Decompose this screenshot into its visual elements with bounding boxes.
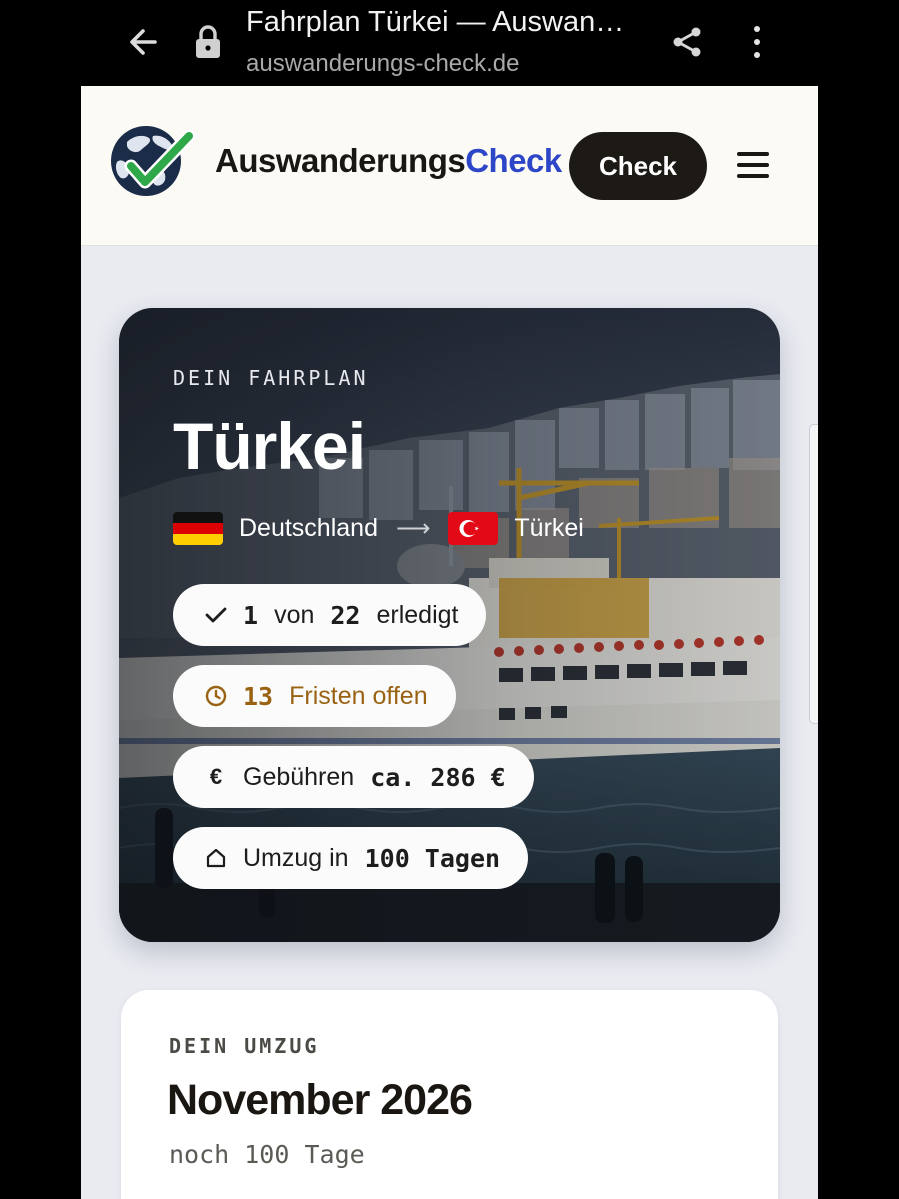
deadlines-pill[interactable]: 13 Fristen offen bbox=[173, 665, 456, 727]
brand-name[interactable]: AuswanderungsCheck bbox=[215, 142, 562, 180]
more-vert-icon[interactable] bbox=[745, 22, 769, 62]
share-icon[interactable] bbox=[669, 24, 705, 60]
tasks-done-count: 1 bbox=[243, 600, 259, 630]
clock-icon bbox=[203, 685, 229, 707]
arrow-right-icon: ⟶ bbox=[395, 514, 431, 542]
tasks-total-count: 22 bbox=[330, 600, 361, 630]
deadlines-label: Fristen offen bbox=[289, 681, 428, 710]
brand-name-main: Auswanderungs bbox=[215, 142, 466, 179]
deadlines-count: 13 bbox=[243, 681, 274, 711]
destination-title: Türkei bbox=[173, 409, 366, 483]
lock-icon[interactable] bbox=[193, 24, 223, 60]
check-button[interactable]: Check bbox=[569, 132, 707, 200]
brand-name-accent: Check bbox=[465, 142, 562, 179]
address-bar-url[interactable]: auswanderungs-check.de bbox=[246, 50, 520, 78]
tasks-of-label: von bbox=[274, 600, 315, 629]
move-date-card: DEIN UMZUG November 2026 noch 100 Tage bbox=[121, 990, 778, 1199]
check-icon bbox=[203, 606, 229, 624]
browser-toolbar: Fahrplan Türkei — Auswan… auswanderungs-… bbox=[81, 0, 818, 86]
fees-label: Gebühren bbox=[243, 762, 355, 791]
fees-value: ca. 286 € bbox=[370, 762, 506, 792]
site-header: AuswanderungsCheck Check bbox=[81, 86, 818, 246]
menu-icon[interactable] bbox=[737, 152, 769, 178]
page-scrollbar[interactable] bbox=[809, 424, 818, 724]
back-arrow-icon[interactable] bbox=[125, 22, 161, 62]
move-countdown-pill[interactable]: Umzug in 100 Tagen bbox=[173, 827, 529, 889]
destination-country: Türkei bbox=[514, 513, 584, 542]
turkey-flag-icon bbox=[448, 511, 499, 545]
move-date: November 2026 bbox=[167, 1076, 473, 1124]
hero-eyebrow: DEIN FAHRPLAN bbox=[173, 366, 369, 390]
progress-pill[interactable]: 1 von 22 erledigt bbox=[173, 584, 487, 646]
home-icon bbox=[203, 847, 229, 869]
web-page: AuswanderungsCheck Check DEIN FAHRPLAN T… bbox=[81, 86, 818, 1199]
tasks-done-label: erledigt bbox=[376, 600, 459, 629]
origin-country: Deutschland bbox=[239, 513, 378, 542]
roadmap-hero-card: DEIN FAHRPLAN Türkei Deutschland ⟶ Türke… bbox=[119, 308, 780, 942]
move-prefix: Umzug in bbox=[243, 843, 349, 872]
tab-title[interactable]: Fahrplan Türkei — Auswan… bbox=[246, 6, 624, 39]
fees-pill[interactable]: € Gebühren ca. 286 € bbox=[173, 746, 534, 808]
move-days-value: 100 Tagen bbox=[364, 843, 501, 873]
germany-flag-icon bbox=[173, 511, 223, 545]
route-line: Deutschland ⟶ Türkei bbox=[173, 510, 584, 546]
globe-check-logo[interactable] bbox=[109, 122, 196, 198]
euro-icon: € bbox=[209, 764, 223, 789]
move-countdown-text: noch 100 Tage bbox=[169, 1140, 365, 1169]
move-card-eyebrow: DEIN UMZUG bbox=[169, 1034, 320, 1058]
